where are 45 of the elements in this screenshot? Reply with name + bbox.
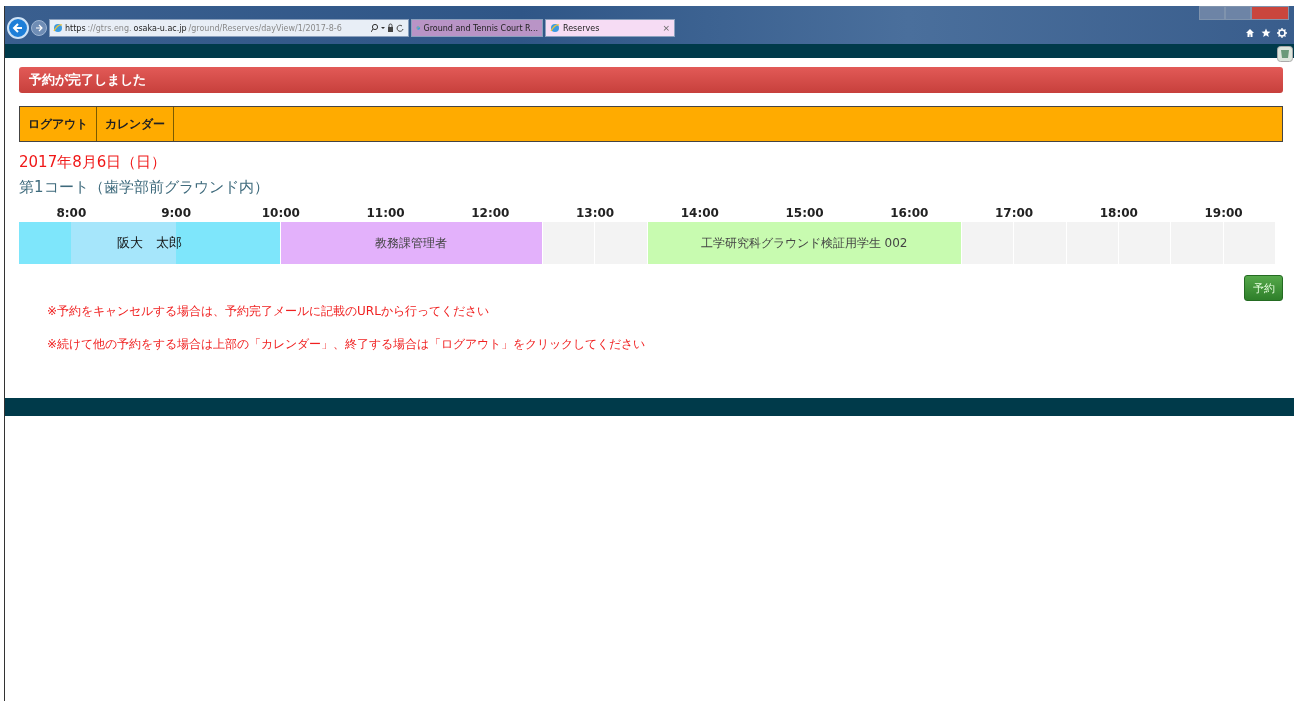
court-title: 第1コート（歯学部前グラウンド内） — [19, 178, 270, 197]
note-text: ※予約をキャンセルする場合は、予約完了メールに記載のURLから行ってください — [47, 303, 490, 320]
hour-label: 17:00 — [994, 206, 1035, 220]
minimize-button[interactable] — [1199, 6, 1225, 20]
free-slot[interactable] — [542, 222, 596, 264]
date-heading: 2017年8月6日（日） — [19, 153, 168, 172]
hour-label: 19:00 — [1203, 206, 1244, 220]
hour-label: 16:00 — [889, 206, 930, 220]
restore-button[interactable] — [1225, 6, 1251, 20]
booking-name: 工学研究科グラウンド検証用学生 002 — [700, 234, 908, 252]
free-slot[interactable] — [961, 222, 1015, 264]
browser-tab[interactable]: Ground and Tennis Court R... — [411, 19, 543, 37]
success-banner: 予約が完了しました — [19, 67, 1283, 93]
hour-label: 18:00 — [1098, 206, 1139, 220]
browser-logo-icon — [53, 23, 63, 33]
browser-logo-icon — [416, 23, 421, 33]
close-tab-button[interactable]: × — [662, 23, 670, 33]
close-window-button[interactable] — [1251, 6, 1289, 20]
note-text: ※続けて他の予約をする場合は上部の「カレンダー」、終了する場合は「ログアウト」をクリックしてください — [47, 336, 647, 353]
settings-icon[interactable] — [1277, 28, 1287, 38]
back-button[interactable] — [7, 17, 29, 39]
star-icon[interactable] — [1261, 28, 1271, 38]
hour-label: 11:00 — [365, 206, 406, 220]
hour-label: 15:00 — [784, 206, 825, 220]
nav-link[interactable]: ログアウト — [20, 107, 97, 141]
forward-button[interactable] — [31, 20, 47, 36]
back-arrow-icon — [12, 22, 24, 34]
address-tools-icon[interactable] — [371, 23, 405, 33]
nav-link[interactable]: カレンダー — [97, 107, 174, 141]
booking-name: 阪大 太郎 — [116, 234, 182, 252]
free-slot[interactable] — [595, 222, 648, 264]
hour-label: 12:00 — [470, 206, 511, 220]
reserve-button[interactable]: 予約 — [1244, 275, 1283, 301]
browser-logo-icon — [550, 23, 560, 33]
home-icon[interactable] — [1245, 28, 1255, 38]
forward-arrow-icon — [35, 24, 43, 32]
hour-label: 13:00 — [575, 206, 616, 220]
browser-tab[interactable]: Reserves × — [545, 19, 675, 37]
booking-name: 教務課管理者 — [375, 234, 448, 252]
hour-label: 8:00 — [55, 206, 88, 220]
compatibility-icon[interactable] — [1277, 46, 1293, 62]
hour-label: 9:00 — [160, 206, 193, 220]
hour-label: 14:00 — [679, 206, 720, 220]
hour-label: 10:00 — [260, 206, 301, 220]
address-field[interactable]: https ://gtrs.eng. osaka-u.ac.jp /ground/Reserves/dayView/1/2017-8-6 — [49, 19, 409, 37]
